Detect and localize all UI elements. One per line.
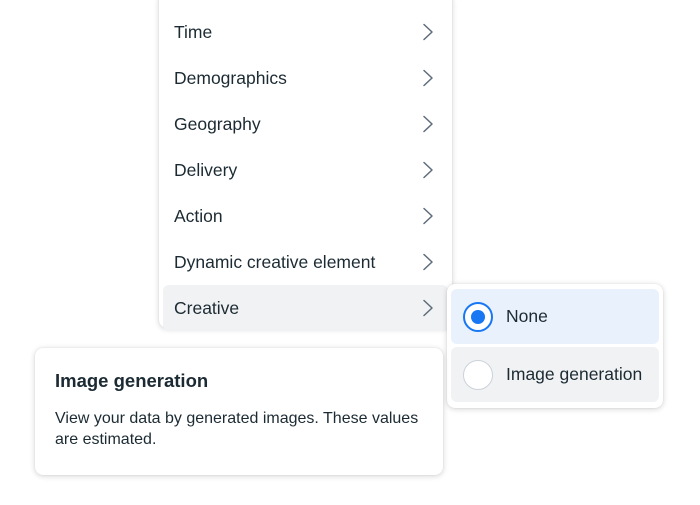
option-label: None (506, 306, 548, 326)
chevron-right-icon (422, 23, 434, 41)
menu-item-demographics[interactable]: Demographics (163, 55, 448, 101)
breakdown-menu: Time Demographics Geography Delivery Act… (159, 0, 452, 331)
option-tooltip: Image generation View your data by gener… (35, 348, 443, 475)
chevron-right-icon (422, 299, 434, 317)
menu-item-geography[interactable]: Geography (163, 101, 448, 147)
menu-item-dynamic-creative-element[interactable]: Dynamic creative element (163, 239, 448, 285)
tooltip-title: Image generation (55, 370, 209, 391)
menu-item-time[interactable]: Time (163, 9, 448, 55)
chevron-right-icon (422, 69, 434, 87)
menu-item-label: Dynamic creative element (174, 251, 376, 272)
menu-item-label: Creative (174, 297, 240, 318)
chevron-right-icon (422, 115, 434, 133)
radio-selected-icon[interactable] (463, 301, 493, 332)
menu-item-label: Geography (174, 113, 261, 134)
breakdown-menu-screen: Time Demographics Geography Delivery Act… (0, 0, 700, 505)
menu-item-label: Delivery (174, 159, 238, 180)
menu-item-label: Demographics (174, 67, 287, 88)
tooltip-body: View your data by generated images. Thes… (55, 410, 419, 448)
option-image-generation[interactable]: Image generation (451, 347, 659, 402)
option-none[interactable]: None (451, 289, 659, 344)
chevron-right-icon (422, 161, 434, 179)
chevron-right-icon (422, 253, 434, 271)
menu-item-delivery[interactable]: Delivery (163, 147, 448, 193)
radio-unselected-icon[interactable] (463, 359, 493, 390)
chevron-right-icon (422, 207, 434, 225)
menu-item-label: Action (174, 205, 223, 226)
menu-item-creative[interactable]: Creative (163, 285, 448, 331)
option-label: Image generation (506, 364, 643, 384)
menu-item-action[interactable]: Action (163, 193, 448, 239)
menu-item-label: Time (174, 21, 213, 42)
creative-submenu: None Image generation (447, 284, 663, 408)
